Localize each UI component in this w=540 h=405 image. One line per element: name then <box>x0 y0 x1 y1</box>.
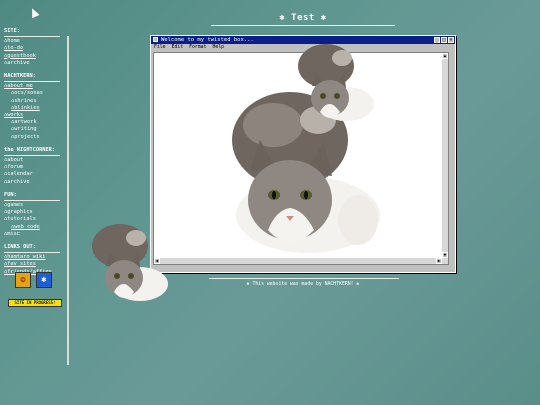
minimize-button[interactable]: _ <box>434 37 440 43</box>
site-buttons: ❂ ✱ <box>15 272 52 288</box>
sidebar-heading-rule <box>4 252 60 254</box>
sidebar-link[interactable]: ⌂about <box>4 157 64 164</box>
sidebar-link[interactable]: ⌂guestbook <box>4 53 64 60</box>
sidebar-heading: the NIGHTCORNER: <box>4 146 56 153</box>
footer-credit: ✱ This website was made by NACHTKERN! ✱ <box>246 282 360 287</box>
sidebar-link[interactable]: ⌂works <box>4 112 64 119</box>
sidebar-link[interactable]: ⌂ocs/sonas <box>4 90 64 97</box>
sidebar-heading: SITE: <box>4 28 20 34</box>
star-button-icon[interactable]: ✱ <box>36 272 52 288</box>
footer-divider <box>209 278 399 279</box>
sidebar-divider <box>67 36 69 365</box>
scroll-up-icon[interactable]: ▲ <box>442 53 448 59</box>
sidebar-link[interactable]: ⌂fav sites <box>4 261 64 268</box>
sidebar-heading: NACHTKERN: <box>4 73 36 80</box>
window-system-icon[interactable] <box>153 37 158 42</box>
sidebar-link[interactable]: ⌂artwork <box>4 119 64 126</box>
sidebar-link[interactable]: ⌂forum <box>4 164 64 171</box>
sidebar-nav: SITE: ⌂home ⌂to-do ⌂guestbook ⌂archive NACHTK… <box>4 28 64 276</box>
maximize-button[interactable]: □ <box>441 37 447 43</box>
scroll-right-icon[interactable]: ▶ <box>436 258 442 264</box>
vertical-scrollbar[interactable]: ▲ ▼ <box>442 53 448 264</box>
sidebar-heading-rule <box>4 36 60 38</box>
sidebar-link[interactable]: ⌂blinkies <box>4 105 64 112</box>
title-divider <box>211 25 395 26</box>
sidebar-link[interactable]: ⌂archive <box>4 60 64 67</box>
horizontal-scrollbar[interactable]: ◀ ▶ <box>154 258 448 264</box>
window-title: Welcome to my twisted box... <box>161 37 254 43</box>
sidebar-link[interactable]: ⌂calendar <box>4 171 64 178</box>
sidebar-link[interactable]: ⌂writing <box>4 126 64 133</box>
menu-item-help[interactable]: Help <box>212 44 224 51</box>
site-in-progress-badge: SITE IN PROGRESS! <box>8 299 62 307</box>
sidebar-link[interactable]: ⌂games <box>4 202 64 209</box>
sidebar-link[interactable]: ⌂shrines <box>4 98 64 105</box>
sidebar-heading-rule <box>4 81 60 83</box>
small-cat-image-top <box>298 44 374 121</box>
sidebar-link[interactable]: ⌂graphics <box>4 209 64 216</box>
sidebar-link[interactable]: ⌂about me <box>4 83 64 90</box>
menu-item-file[interactable]: File <box>154 44 166 51</box>
sidebar-link[interactable]: ⌂projects <box>4 134 64 141</box>
sidebar-link[interactable]: ⌂archive <box>4 179 64 186</box>
menu-item-edit[interactable]: Edit <box>172 44 184 51</box>
sun-button-icon[interactable]: ❂ <box>15 272 31 288</box>
mouse-cursor <box>28 6 40 19</box>
close-button[interactable]: × <box>448 37 454 43</box>
menu-item-format[interactable]: Format <box>189 44 206 51</box>
sidebar-link[interactable]: ⌂hamtaro wiki <box>4 254 64 261</box>
sidebar-heading: FUN: <box>4 191 17 198</box>
sidebar-link[interactable]: ⌂home <box>4 38 64 45</box>
sidebar-link[interactable]: ⌂tutorials <box>4 216 64 223</box>
sidebar-heading: LINKS OUT: <box>4 244 36 251</box>
sidebar-heading-rule <box>4 200 60 202</box>
sidebar-link[interactable]: ⌂to-do <box>4 45 64 52</box>
page-title: ✱ Test ✱ <box>279 13 327 23</box>
sidebar-link[interactable]: ⌂misc <box>4 231 64 238</box>
sidebar-link[interactable]: ⌂web code <box>4 224 64 231</box>
sidebar-heading-rule <box>4 155 60 157</box>
small-cat-image-left <box>92 224 168 301</box>
